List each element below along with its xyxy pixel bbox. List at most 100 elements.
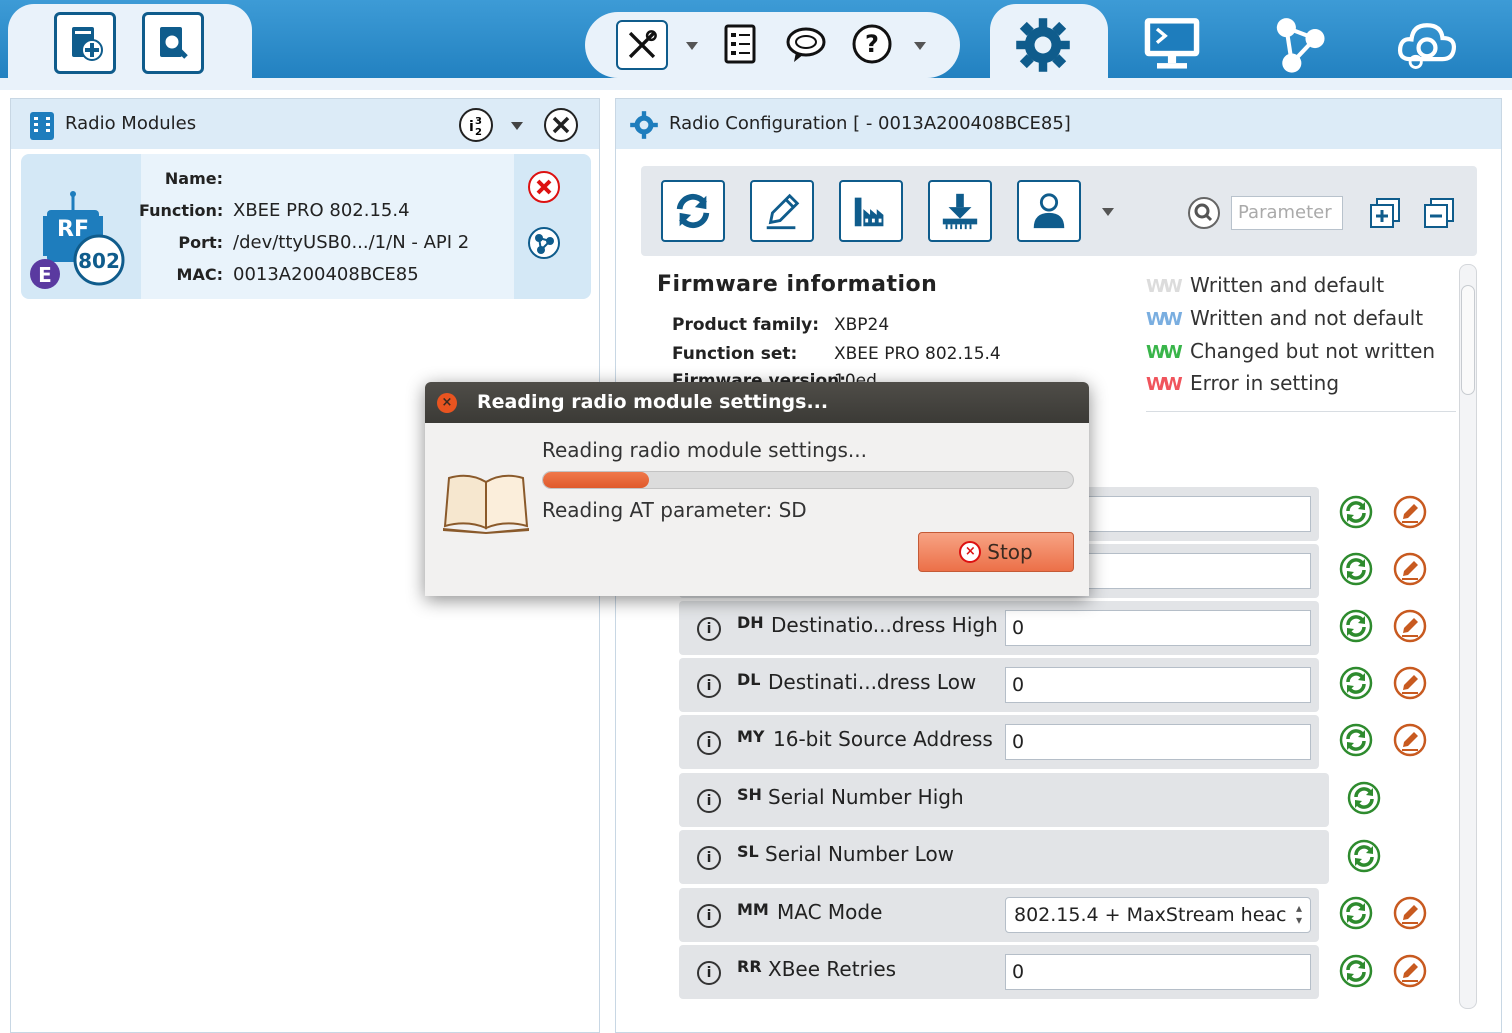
param-name: Destinati...dress Low <box>768 670 977 694</box>
sort-dropdown-arrow[interactable] <box>511 122 523 130</box>
module-info: Name: Function: XBEE PRO 802.15.4 Port: /d… <box>139 154 514 299</box>
refresh-param-icon[interactable] <box>1339 954 1373 988</box>
discover-devices-icon[interactable] <box>142 12 204 74</box>
port-label: Port: <box>178 233 223 252</box>
read-button[interactable] <box>661 180 725 242</box>
expand-all-icon[interactable] <box>1368 196 1402 230</box>
cloud-settings-icon[interactable] <box>1396 14 1458 76</box>
update-firmware-button[interactable] <box>928 180 992 242</box>
param-row-rr: i RR XBee Retries 0 <box>679 945 1319 999</box>
param-code: DL <box>737 670 761 689</box>
param-code: SL <box>737 842 759 861</box>
radio-configuration-title: Radio Configuration [ - 0013A200408BCE85… <box>669 113 1071 134</box>
param-name: XBee Retries <box>768 957 897 981</box>
param-row-dl: i DL Destinati...dress Low 0 <box>679 658 1319 712</box>
info-icon[interactable]: i <box>697 731 721 755</box>
param-name: Destinatio...dress High <box>771 613 998 637</box>
help-dropdown-arrow[interactable] <box>914 42 926 50</box>
stop-button[interactable]: × Stop <box>918 532 1074 572</box>
network-icon[interactable] <box>1270 14 1330 74</box>
close-panel-icon[interactable] <box>543 107 579 143</box>
remove-module-icon[interactable] <box>527 170 561 204</box>
stop-icon: × <box>959 541 982 563</box>
tools-dropdown-arrow[interactable] <box>686 42 698 50</box>
write-param-icon[interactable] <box>1393 666 1427 700</box>
param-value-input[interactable]: 0 <box>1005 667 1311 703</box>
module-name-row: Name: <box>139 168 233 189</box>
info-icon[interactable]: i <box>697 617 721 641</box>
discover-network-icon[interactable] <box>527 226 561 260</box>
refresh-param-icon[interactable] <box>1339 896 1373 930</box>
mac-mode-select[interactable]: 802.15.4 + MaxStream heac ▴ ▾ <box>1005 897 1311 933</box>
refresh-param-icon[interactable] <box>1339 495 1373 529</box>
mac-label: MAC: <box>176 265 223 284</box>
chat-icon[interactable] <box>784 22 828 66</box>
radio-modules-header: Radio Modules i32 <box>11 99 599 149</box>
dialog-close-button[interactable]: × <box>437 393 457 413</box>
scrollbar-thumb[interactable] <box>1461 285 1475 395</box>
param-code: RR <box>737 957 762 976</box>
param-value-input[interactable]: 0 <box>1005 610 1311 646</box>
write-param-icon[interactable] <box>1393 552 1427 586</box>
tools-icon[interactable] <box>616 20 668 70</box>
collapse-all-icon[interactable] <box>1422 196 1456 230</box>
configuration-gear-icon[interactable] <box>1012 14 1074 76</box>
info-icon[interactable]: i <box>697 904 721 928</box>
add-device-icon[interactable] <box>54 12 116 74</box>
write-param-icon[interactable] <box>1393 495 1427 529</box>
legend-written-default: WW Written and default <box>1146 273 1385 297</box>
info-icon[interactable]: i <box>697 789 721 813</box>
radio-configuration-header: Radio Configuration [ - 0013A200408BCE85… <box>616 99 1501 149</box>
radio-modules-title: Radio Modules <box>65 113 197 134</box>
dialog-title: Reading radio module settings... <box>477 391 829 413</box>
param-row-sh: i SH Serial Number High <box>679 773 1329 827</box>
stop-label: Stop <box>987 540 1033 564</box>
write-param-icon[interactable] <box>1393 723 1427 757</box>
param-row-mm: i MM MAC Mode 802.15.4 + MaxStream heac … <box>679 888 1319 942</box>
sort-icon[interactable]: i 32 <box>458 107 494 143</box>
console-icon[interactable] <box>1142 14 1202 74</box>
legend-swatch-written-default: WW <box>1146 276 1183 297</box>
profile-icon[interactable] <box>718 22 762 66</box>
radio-module-icon <box>30 112 54 140</box>
firmware-download-icon <box>942 193 978 230</box>
name-label: Name: <box>164 169 223 188</box>
port-value: /dev/ttyUSB0.../1/N - API 2 <box>233 232 470 253</box>
legend-written-not-default: WW Written and not default <box>1146 306 1424 330</box>
parameter-search-input[interactable]: Parameter <box>1231 196 1343 230</box>
reading-settings-dialog: × Reading radio module settings... Readi… <box>425 382 1089 596</box>
refresh-param-icon[interactable] <box>1339 666 1373 700</box>
vertical-scrollbar[interactable] <box>1459 264 1477 1009</box>
write-icon <box>766 193 800 230</box>
refresh-param-icon[interactable] <box>1347 781 1381 815</box>
radio-module-card[interactable]: RF 802 E Name: Function: XBEE PRO 802.15.… <box>21 154 591 299</box>
write-param-icon[interactable] <box>1393 954 1427 988</box>
refresh-param-icon[interactable] <box>1339 723 1373 757</box>
info-icon[interactable]: i <box>697 961 721 985</box>
write-button[interactable] <box>750 180 814 242</box>
write-param-icon[interactable] <box>1393 609 1427 643</box>
profile-dropdown-arrow[interactable] <box>1102 208 1114 216</box>
product-family-row: Product family: XBP24 <box>672 315 889 335</box>
function-set-label: Function set: <box>672 344 798 364</box>
write-param-icon[interactable] <box>1393 896 1427 930</box>
default-settings-button[interactable] <box>839 180 903 242</box>
refresh-param-icon[interactable] <box>1347 839 1381 873</box>
info-icon[interactable]: i <box>697 846 721 870</box>
module-port-row: Port: /dev/ttyUSB0.../1/N - API 2 <box>139 232 469 253</box>
param-name: MAC Mode <box>777 900 883 924</box>
dialog-message: Reading radio module settings... <box>542 438 867 462</box>
help-icon[interactable]: ? <box>850 22 894 66</box>
refresh-param-icon[interactable] <box>1339 552 1373 586</box>
refresh-param-icon[interactable] <box>1339 609 1373 643</box>
mac-value: 0013A200408BCE85 <box>233 264 419 285</box>
param-value-input[interactable]: 0 <box>1005 954 1311 990</box>
legend-swatch-written-not-default: WW <box>1146 309 1183 330</box>
info-icon[interactable]: i <box>697 674 721 698</box>
param-value-input[interactable]: 0 <box>1005 724 1311 760</box>
factory-icon <box>854 197 884 227</box>
legend-divider <box>1146 411 1456 412</box>
param-name: Serial Number High <box>768 785 964 809</box>
profile-button[interactable] <box>1017 180 1081 242</box>
param-row-dh: i DH Destinatio...dress High 0 <box>679 601 1319 655</box>
